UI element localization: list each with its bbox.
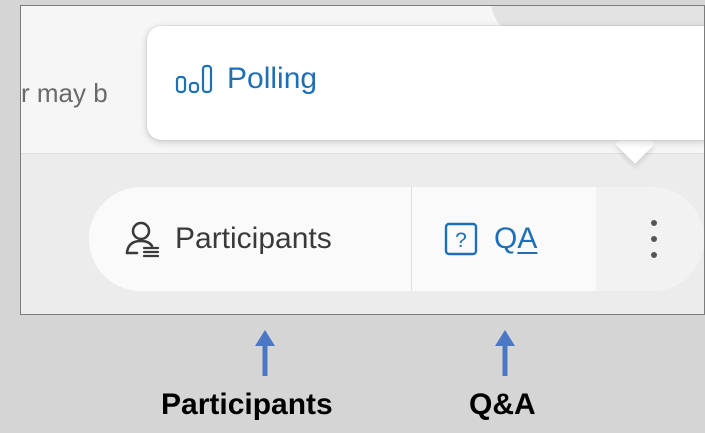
menu-item-polling[interactable]: Polling <box>175 62 317 96</box>
qa-label-mnemonic: A <box>517 222 538 255</box>
participants-button[interactable]: Participants <box>89 187 411 291</box>
qa-button[interactable]: ? QA <box>412 187 596 291</box>
annotation-arrow-participants <box>255 330 275 376</box>
participants-label: Participants <box>175 222 332 255</box>
caption-qa: Q&A <box>469 388 536 421</box>
poll-chart-icon <box>175 64 213 94</box>
more-options-button[interactable] <box>634 209 674 269</box>
caption-participants: Participants <box>161 388 333 421</box>
menu-item-polling-label: Polling <box>227 62 318 95</box>
truncated-message: r may b <box>21 78 108 108</box>
svg-text:?: ? <box>455 229 467 252</box>
meeting-controls-bar: Participants ? QA <box>89 187 704 291</box>
more-vertical-icon <box>651 220 657 258</box>
qa-label-prefix: Q <box>494 222 518 255</box>
more-options-menu: Polling <box>147 26 704 140</box>
participants-icon <box>125 221 160 258</box>
annotation-arrow-qa <box>495 330 515 376</box>
qa-label: QA <box>494 222 537 256</box>
app-window: r may b Participants ? QA Polling <box>20 5 705 315</box>
question-box-icon: ? <box>444 222 478 256</box>
